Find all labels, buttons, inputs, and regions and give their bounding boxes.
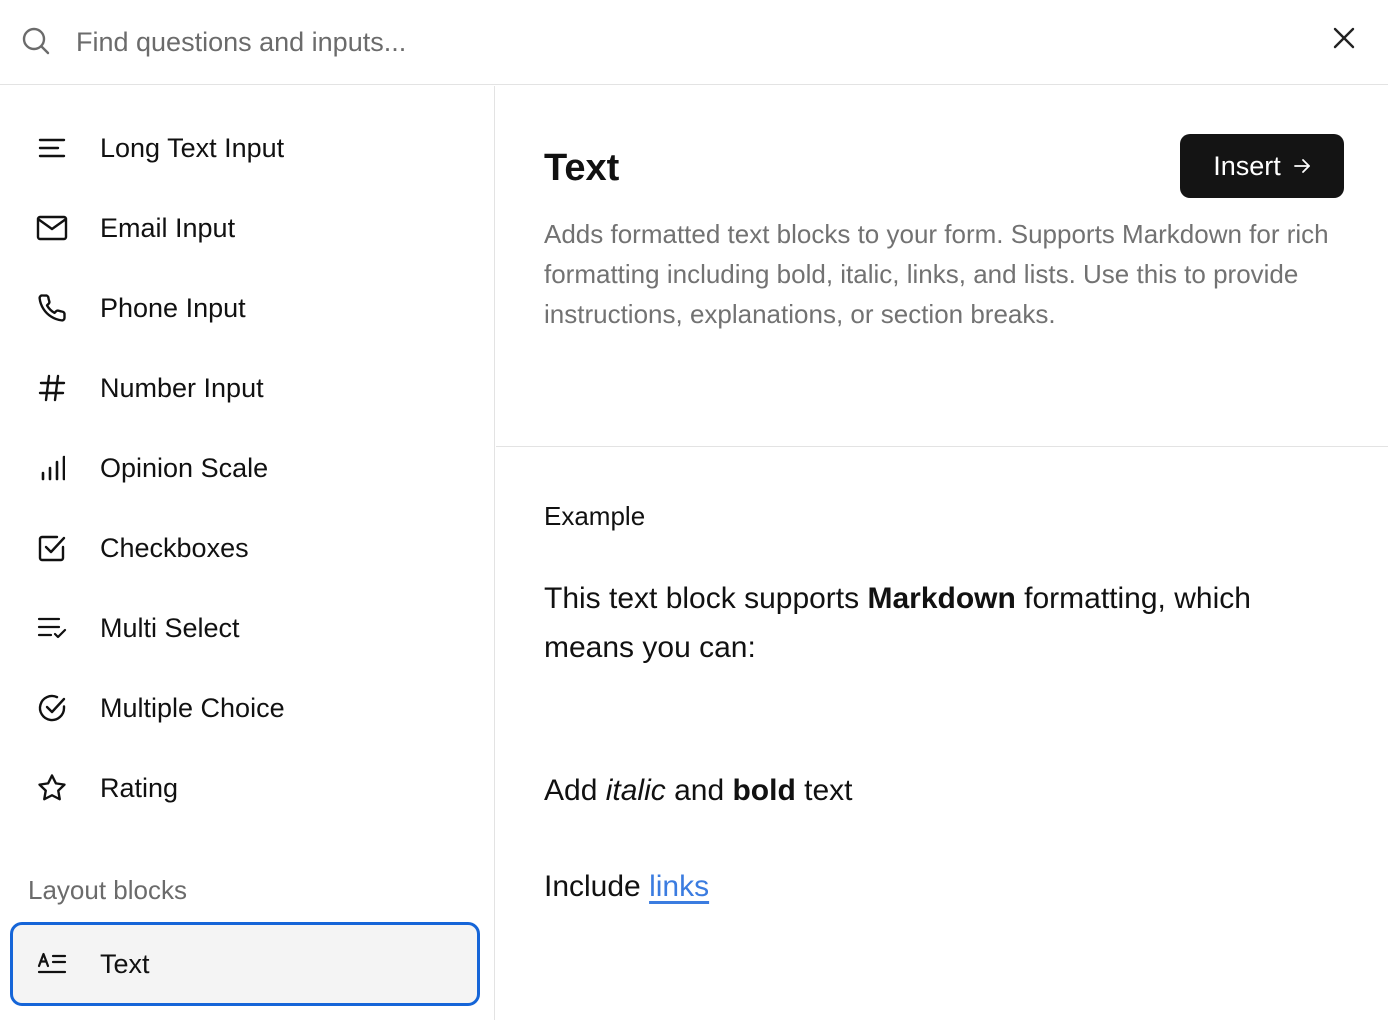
detail-title: Text bbox=[544, 147, 620, 189]
sidebar-item-label: Opinion Scale bbox=[100, 453, 269, 483]
example-text: Add bbox=[544, 774, 606, 807]
sidebar-item-multi-select[interactable]: Multi Select bbox=[0, 596, 495, 660]
example-bold-text: Markdown bbox=[867, 582, 1016, 615]
circle-check-icon bbox=[36, 693, 68, 723]
search-icon bbox=[21, 26, 51, 56]
close-button[interactable] bbox=[1326, 22, 1362, 58]
sidebar: Long Text Input Email Input Phone Input bbox=[0, 86, 495, 1020]
divider bbox=[496, 446, 1388, 447]
sidebar-item-opinion-scale[interactable]: Opinion Scale bbox=[0, 436, 495, 500]
sidebar-item-label: Checkboxes bbox=[100, 533, 249, 563]
sidebar-item-label: Multiple Choice bbox=[100, 693, 285, 723]
insert-button-label: Insert bbox=[1213, 150, 1281, 181]
example-text: text bbox=[795, 774, 853, 807]
text-block-icon bbox=[36, 949, 68, 979]
sidebar-item-email-input[interactable]: Email Input bbox=[0, 196, 495, 260]
hash-icon bbox=[36, 373, 68, 403]
close-icon bbox=[1333, 27, 1355, 54]
sidebar-item-rating[interactable]: Rating bbox=[0, 756, 495, 820]
example-label: Example bbox=[544, 501, 646, 531]
sidebar-item-label: Long Text Input bbox=[100, 133, 285, 163]
sidebar-item-number-input[interactable]: Number Input bbox=[0, 356, 495, 420]
detail-description: Adds formatted text blocks to your form.… bbox=[544, 219, 1329, 329]
sidebar-item-label: Phone Input bbox=[100, 293, 246, 323]
example-link[interactable]: links bbox=[649, 870, 709, 903]
example-paragraph-2: Add italic and bold text bbox=[544, 766, 1344, 815]
star-icon bbox=[36, 773, 68, 803]
example-text: This text block supports bbox=[544, 582, 868, 615]
example-text: Include bbox=[544, 870, 650, 903]
sidebar-item-multiple-choice[interactable]: Multiple Choice bbox=[0, 676, 495, 740]
checkbox-icon bbox=[36, 533, 68, 563]
example-text: and bbox=[665, 774, 733, 807]
sidebar-item-label: Multi Select bbox=[100, 613, 240, 643]
sidebar-item-label: Email Input bbox=[100, 213, 236, 243]
sidebar-item-phone-input[interactable]: Phone Input bbox=[0, 276, 495, 340]
example-italic-text: italic bbox=[605, 774, 666, 807]
list-check-icon bbox=[36, 613, 68, 643]
section-heading-layout-blocks: Layout blocks bbox=[28, 875, 187, 905]
sidebar-item-label: Number Input bbox=[100, 373, 264, 403]
example-paragraph-3: Include links bbox=[544, 862, 1344, 911]
detail-panel: Text Insert Adds formatted text blocks t… bbox=[496, 86, 1388, 1020]
sidebar-item-label: Rating bbox=[100, 773, 179, 803]
text-lines-icon bbox=[36, 133, 68, 163]
insert-button[interactable]: Insert bbox=[1180, 134, 1344, 198]
envelope-icon bbox=[36, 213, 68, 243]
example-paragraph-1: This text block supports Markdown format… bbox=[544, 574, 1344, 672]
phone-icon bbox=[36, 293, 68, 323]
search-input[interactable] bbox=[76, 18, 1276, 66]
sidebar-item-label: Text bbox=[100, 949, 150, 979]
sidebar-item-long-text-input[interactable]: Long Text Input bbox=[0, 116, 495, 180]
sidebar-item-checkboxes[interactable]: Checkboxes bbox=[0, 516, 495, 580]
search-bar bbox=[0, 0, 1388, 85]
arrow-right-icon bbox=[1293, 151, 1311, 182]
bar-chart-icon bbox=[36, 453, 68, 483]
example-bold-text: bold bbox=[732, 774, 796, 807]
sidebar-item-text[interactable]: Text bbox=[10, 922, 480, 1006]
